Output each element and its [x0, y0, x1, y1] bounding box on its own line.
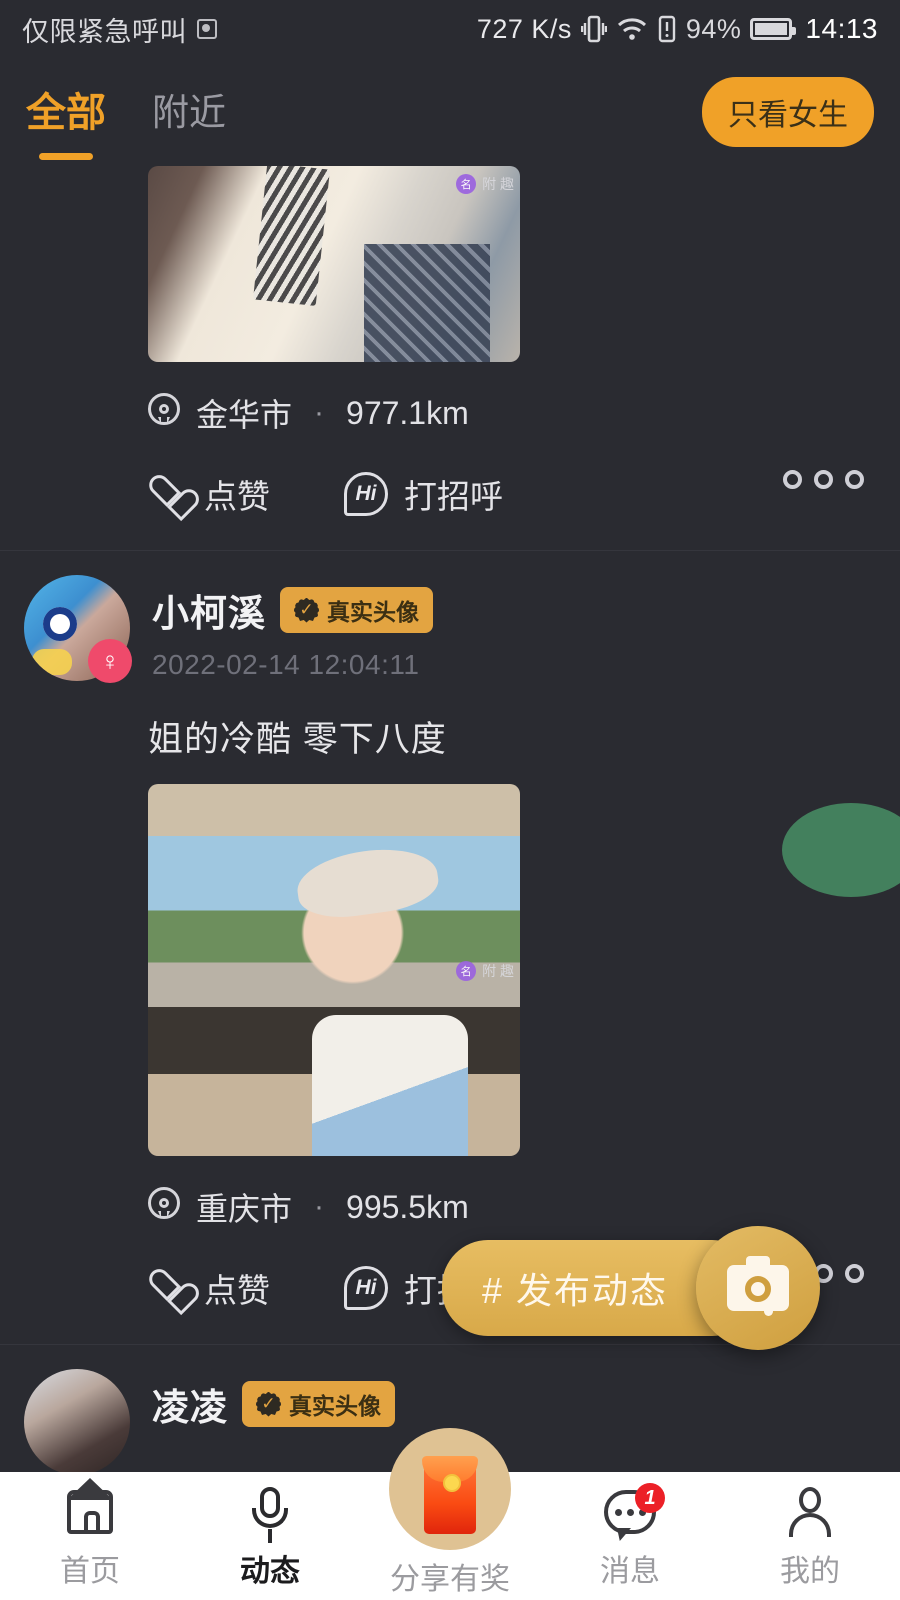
- post-media[interactable]: 名 附 趣: [148, 166, 520, 362]
- more-dots-icon[interactable]: [783, 470, 864, 489]
- location-distance: 977.1km: [346, 394, 469, 431]
- status-badge-verified: ✓ 真实头像: [242, 1381, 395, 1427]
- nav-item-share[interactable]: 分享有奖: [360, 1428, 540, 1598]
- tab-nearby[interactable]: 附近: [152, 82, 226, 142]
- battery-percent-label: 94%: [685, 13, 742, 44]
- camera-icon: [727, 1256, 789, 1316]
- tab-nearby-label: 附近: [152, 92, 226, 133]
- avatar-decoration-icon: [43, 606, 78, 641]
- location-separator: ·: [314, 396, 325, 429]
- filter-girls-only-button[interactable]: 只看女生: [702, 77, 874, 147]
- verified-label: 真实头像: [289, 1393, 381, 1419]
- location-pin-icon: [148, 393, 180, 433]
- battery-warning-icon: [658, 15, 676, 43]
- post-location-row: 金华市 · 977.1km: [0, 362, 900, 436]
- nav-item-moments[interactable]: 动态: [180, 1472, 360, 1590]
- watermark: 名 附 趣: [456, 961, 514, 981]
- post-timestamp: 2022-02-14 12:04:11: [152, 649, 420, 680]
- post-name-row: 小柯溪 ✓ 真实头像: [152, 583, 433, 637]
- tab-active-underline: [39, 153, 93, 160]
- bottom-nav: 首页 动态 分享有奖 1 消息 我的: [0, 1428, 900, 1600]
- verified-check-icon: ✓: [294, 597, 319, 623]
- post-photo: [148, 166, 520, 362]
- nav-label-profile: 我的: [780, 1555, 840, 1588]
- hi-bubble-icon: Hi: [344, 1266, 388, 1310]
- tab-all[interactable]: 全部: [26, 80, 106, 160]
- hi-bubble-icon: Hi: [344, 472, 388, 516]
- gender-female-icon: ♀: [88, 639, 132, 683]
- nav-label-messages: 消息: [600, 1555, 660, 1588]
- publish-fab[interactable]: # 发布动态: [441, 1226, 820, 1350]
- location-pin-icon: [148, 1187, 180, 1227]
- feed-post-1[interactable]: 名 附 趣 金华市 · 977.1km 点赞 Hi 打招呼: [0, 166, 900, 557]
- nav-label-share: 分享有奖: [390, 1563, 510, 1596]
- watermark: 名 附 趣: [456, 174, 514, 194]
- microphone-icon: [247, 1486, 293, 1543]
- location-distance: 995.5km: [346, 1188, 469, 1225]
- post-media[interactable]: 名 附 趣: [148, 784, 520, 1156]
- watermark-logo-icon: 名: [456, 174, 477, 194]
- watermark-label: 附 趣: [482, 963, 514, 979]
- post-location-row: 重庆市 · 995.5km: [0, 1156, 900, 1230]
- avatar-decoration-2-icon: [32, 648, 73, 675]
- carrier-label: 仅限紧急呼叫: [22, 16, 187, 47]
- post-meta: 小柯溪 ✓ 真实头像 2022-02-14 12:04:11: [152, 575, 433, 681]
- post-action-row: 点赞 Hi 打招呼: [0, 436, 900, 518]
- like-label: 点赞: [204, 1272, 270, 1309]
- sim-card-icon: [197, 19, 217, 39]
- avatar[interactable]: ♀: [24, 575, 132, 683]
- greet-label: 打招呼: [404, 478, 503, 515]
- location-city: 金华市: [196, 397, 293, 433]
- heart-icon: [148, 1270, 188, 1306]
- chat-icon: 1: [604, 1483, 665, 1538]
- like-button[interactable]: 点赞: [148, 470, 270, 518]
- username[interactable]: 凌凌: [152, 1377, 228, 1431]
- verified-label: 真实头像: [327, 599, 419, 625]
- verified-check-icon: ✓: [256, 1391, 281, 1417]
- tab-all-label: 全部: [26, 91, 106, 135]
- location-separator: ·: [314, 1190, 325, 1223]
- post-meta: 凌凌 ✓ 真实头像: [152, 1369, 395, 1431]
- post-header: ♀ 小柯溪 ✓ 真实头像 2022-02-14 12:04:11: [0, 557, 900, 683]
- like-button[interactable]: 点赞: [148, 1264, 270, 1312]
- nav-label-home: 首页: [60, 1555, 120, 1588]
- status-bar: 仅限紧急呼叫 727 K/s 94% 14:13: [0, 0, 900, 58]
- home-icon: [67, 1486, 113, 1538]
- post-name-row: 凌凌 ✓ 真实头像: [152, 1377, 395, 1431]
- vibrate-icon: [580, 15, 607, 43]
- greet-button[interactable]: Hi 打招呼: [344, 470, 503, 518]
- battery-icon: [750, 18, 797, 40]
- watermark-label: 附 趣: [482, 176, 514, 192]
- red-envelope-icon: [389, 1428, 511, 1550]
- status-bar-right: 727 K/s 94% 14:13: [477, 13, 878, 45]
- wifi-icon: [617, 18, 646, 40]
- avatar[interactable]: [24, 1369, 130, 1472]
- avatar-image: [24, 1369, 130, 1472]
- post-text: 姐的冷酷 零下八度: [148, 720, 447, 759]
- nav-label-moments: 动态: [240, 1555, 300, 1588]
- tab-bar: 全部 附近 只看女生: [0, 58, 900, 166]
- heart-icon: [148, 476, 188, 512]
- nav-item-home[interactable]: 首页: [0, 1472, 180, 1590]
- post-divider: [0, 550, 900, 551]
- like-label: 点赞: [204, 478, 270, 515]
- status-bar-left: 仅限紧急呼叫: [22, 10, 217, 49]
- network-speed-label: 727 K/s: [476, 13, 572, 44]
- message-badge-count: 1: [635, 1483, 665, 1513]
- nav-item-messages[interactable]: 1 消息: [540, 1472, 720, 1590]
- publish-camera-button[interactable]: [696, 1226, 820, 1350]
- user-icon: [787, 1486, 833, 1538]
- nav-item-profile[interactable]: 我的: [720, 1472, 900, 1590]
- clock-label: 14:13: [805, 13, 878, 44]
- location-city: 重庆市: [196, 1191, 293, 1227]
- status-badge-verified: ✓ 真实头像: [280, 587, 433, 633]
- watermark-logo-icon: 名: [456, 961, 477, 981]
- username[interactable]: 小柯溪: [152, 583, 266, 637]
